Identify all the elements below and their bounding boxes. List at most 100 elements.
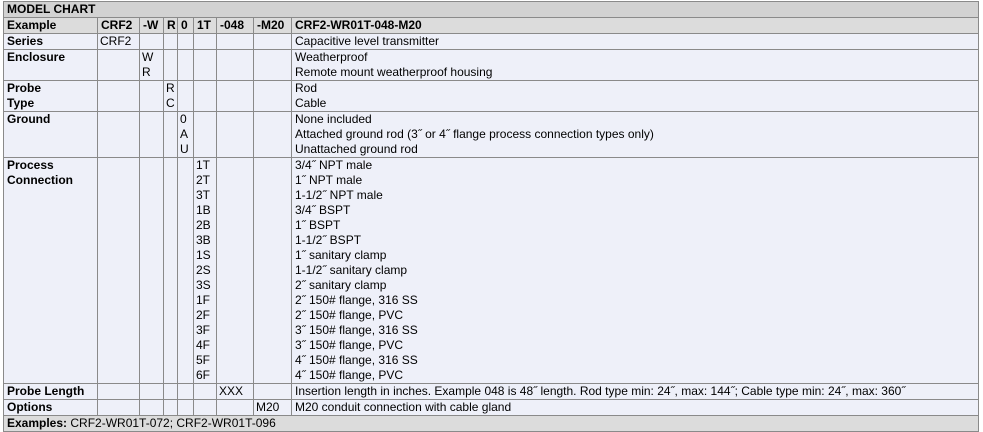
description-line: Capacitive level transmitter [295,34,440,49]
code-value: 3S [196,278,211,292]
description-cell: None included Attached ground rod (3˝ or … [291,111,979,158]
code-cell-options [253,49,292,81]
description-line: 4˝ 150# flange, 316 SS [295,353,418,367]
code-cell-probe-length [216,33,254,50]
section-label-line: Connection [7,173,73,187]
examples-footer-row: Examples: CRF2-WR01T-072; CRF2-WR01T-096 [3,415,979,432]
description-line: 2˝ 150# flange, 316 SS [295,293,418,307]
description-line: M20 conduit connection with cable gland [295,400,512,415]
model-chart-table: MODEL CHART Example CRF2 -W R 0 1T -048 … [3,1,979,432]
code-cell-probe-length [216,49,254,81]
example-label: Example [3,17,98,34]
section-row: Process Connection 1T 2T 3T 1B 2B 3B 1S 2S 3S 1F 2F 3… [3,157,979,384]
code-cell-ground [177,383,194,400]
description-line: 1-1/2˝ BSPT [295,233,362,247]
code-cell-options [253,157,292,384]
code-value: W [142,50,154,65]
description-cell: Insertion length in inches. Example 048 … [291,383,979,400]
code-value: 4F [196,338,211,352]
description-line: Rod [295,81,318,96]
section-label: Process Connection [3,157,98,384]
code-cell-enclosure [139,399,164,416]
section-label-line: Series [7,34,44,49]
code-cell-options [253,383,292,400]
section-label: Probe Type [3,80,98,112]
examples-label: Examples: [7,416,68,431]
code-cell-ground [177,399,194,416]
code-value: CRF2 [100,34,132,49]
section-label: Series [3,33,98,50]
code-cell-process-connection [193,111,217,158]
section-label: Options [3,399,98,416]
section-row: Probe Type R C Rod Cable [3,80,979,112]
code-cell-probe-length [216,399,254,416]
code-cell-options [253,33,292,50]
section-label-line: Probe Length [7,384,85,399]
description-line: 1-1/2˝ sanitary clamp [295,263,408,277]
section-label: Probe Length [3,383,98,400]
code-value: 2S [196,263,211,277]
section-label-line: Options [7,400,53,415]
example-model-number: CRF2-WR01T-048-M20 [291,17,979,34]
description-line: Remote mount weatherproof housing [295,65,493,79]
examples-footer: Examples: CRF2-WR01T-072; CRF2-WR01T-096 [3,415,979,432]
description-cell: 3/4˝ NPT male 1˝ NPT male 1-1/2˝ NPT male 3… [291,157,979,384]
code-value: A [180,127,189,141]
section-row: Options M20 M20 conduit connection with ca… [3,399,979,416]
section-label-line: Type [7,96,35,110]
code-value: 1S [196,248,211,262]
section-row: Enclosure W R Weatherproof Remote mount weat… [3,49,979,81]
code-cell-process-connection [193,33,217,50]
description-line: Attached ground rod (3˝ or 4˝ flange pro… [295,127,654,141]
code-cell-process-connection: 1T 2T 3T 1B 2B 3B 1S 2S 3S 1F 2F 3F 4F 5F 6F [193,157,217,384]
section-row: Ground 0 A U None included Attached ground ro… [3,111,979,158]
code-value: 2F [196,308,211,322]
code-cell-probe-length [216,157,254,384]
code-value: R [166,81,175,96]
code-cell-ground: 0AU [177,111,194,158]
description-line: 3/4˝ NPT male [295,158,373,173]
example-code-options: -M20 [253,17,292,34]
code-cell-series [97,80,140,112]
description-line: 2˝ 150# flange, PVC [295,308,404,322]
code-value: 2B [196,218,211,232]
description-line: Unattached ground rod [295,142,418,156]
description-line: Weatherproof [295,50,368,65]
description-line: None included [295,112,372,127]
code-cell-process-connection [193,80,217,112]
code-cell-enclosure [139,157,164,384]
code-cell-probe-type [163,111,178,158]
code-cell-probe-type [163,383,178,400]
example-code-enclosure: -W [139,17,164,34]
code-value: 1F [196,293,211,307]
section-label-line: Process [7,158,54,173]
example-code-process-connection: 1T [193,17,217,34]
code-cell-enclosure [139,33,164,50]
description-line: 1˝ sanitary clamp [295,248,387,262]
example-code-probe-length: -048 [216,17,254,34]
code-cell-series [97,383,140,400]
section-label-line: Enclosure [7,50,66,65]
description-line: Insertion length in inches. Example 048 … [295,384,906,399]
code-value: XXX [219,384,244,399]
description-line: 3˝ 150# flange, 316 SS [295,323,418,337]
code-cell-ground [177,49,194,81]
code-cell-series [97,111,140,158]
code-cell-process-connection [193,49,217,81]
description-line: Cable [295,96,327,110]
code-value: 6F [196,368,211,382]
example-code-probe-type: R [163,17,178,34]
code-cell-probe-type [163,399,178,416]
code-cell-series [97,49,140,81]
code-value: M20 [256,400,280,415]
code-cell-enclosure [139,383,164,400]
description-line: 2˝ sanitary clamp [295,278,387,292]
code-cell-ground [177,80,194,112]
description-line: 4˝ 150# flange, PVC [295,368,404,382]
description-cell: Capacitive level transmitter [291,33,979,50]
code-cell-ground [177,157,194,384]
code-cell-ground [177,33,194,50]
description-line: 3˝ 150# flange, PVC [295,338,404,352]
code-cell-probe-length: XXX [216,383,254,400]
code-value: 1B [196,203,211,217]
